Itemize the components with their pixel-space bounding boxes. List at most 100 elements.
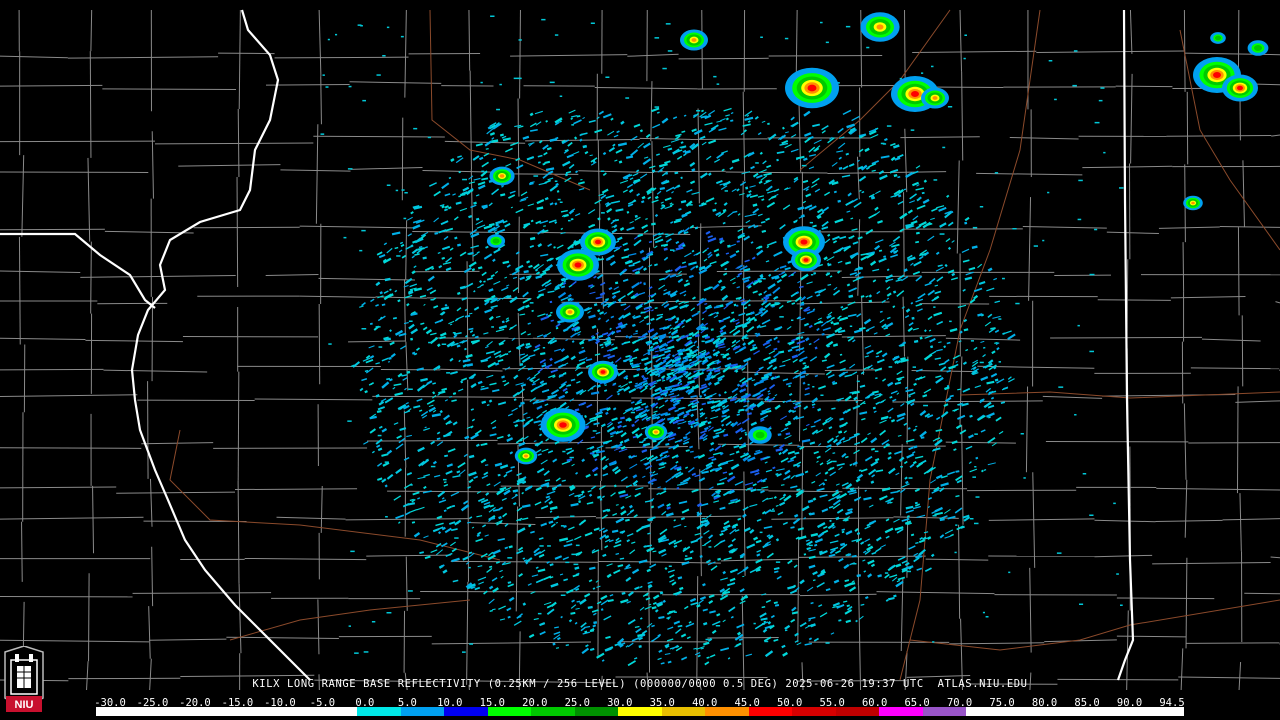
echo-pixel — [590, 22, 595, 24]
echo-pixel — [770, 510, 775, 512]
echo-pixel — [884, 572, 889, 574]
county-line — [1097, 299, 1171, 301]
echo-pixel — [649, 460, 652, 462]
echo-pixel — [408, 320, 413, 322]
echo-pixel — [774, 302, 780, 304]
echo-pixel — [386, 184, 391, 186]
echo-pixel — [320, 133, 325, 135]
echo-pixel — [715, 625, 721, 627]
echo-pixel — [784, 37, 789, 40]
echo-pixel — [866, 46, 870, 49]
echo-pixel — [1072, 84, 1077, 87]
echo-pixel — [975, 496, 980, 498]
echo-pixel — [849, 325, 853, 327]
echo-pixel — [801, 164, 807, 167]
colorbar-segment — [357, 707, 401, 716]
echo-pixel — [568, 219, 571, 222]
echo-pixel — [639, 441, 644, 443]
echo-pixel — [911, 316, 915, 320]
county-line — [320, 76, 322, 125]
echo-pixel — [764, 640, 769, 643]
storm-cell-core — [1191, 201, 1195, 205]
storm-cell-core — [595, 239, 601, 245]
echo-pixel — [826, 272, 830, 274]
echo-pixel — [371, 621, 376, 623]
echo-pixel — [701, 340, 705, 343]
storm-cell-core — [1237, 85, 1243, 91]
colorbar-segment — [531, 707, 575, 716]
reflectivity-colorbar — [96, 707, 1184, 716]
echo-pixel — [972, 226, 978, 229]
echo-pixel — [856, 380, 860, 383]
county-line — [266, 84, 350, 86]
echo-pixel — [347, 420, 352, 422]
echo-pixel — [354, 652, 359, 654]
storm-cell-core — [559, 422, 567, 428]
colorbar-segment — [1053, 707, 1097, 716]
echo-pixel — [1089, 514, 1094, 516]
echo-pixel — [575, 544, 580, 547]
echo-pixel — [676, 417, 679, 419]
echo-pixel — [1033, 245, 1038, 247]
echo-pixel — [1077, 218, 1082, 221]
echo-pixel — [788, 410, 794, 412]
echo-pixel — [376, 74, 381, 76]
county-line — [1116, 635, 1186, 638]
echo-pixel — [761, 298, 764, 300]
colorbar-segment — [270, 707, 314, 716]
storm-cell-core — [600, 370, 606, 374]
echo-pixel — [640, 311, 646, 314]
echo-pixel — [824, 479, 827, 481]
county-line — [690, 138, 768, 140]
storm-cell-core — [691, 38, 697, 42]
echo-pixel — [654, 37, 660, 39]
colorbar-segment — [661, 707, 706, 716]
echo-pixel — [1077, 324, 1080, 327]
storm-cell-core — [654, 430, 658, 434]
echo-pixel — [812, 386, 815, 388]
county-line — [89, 51, 92, 158]
storm-cell-core — [876, 24, 884, 30]
county-line — [236, 176, 239, 287]
echo-pixel — [908, 477, 913, 479]
echo-pixel — [807, 383, 810, 386]
echo-pixel — [385, 516, 388, 518]
storm-cell-core — [755, 431, 765, 439]
echo-pixel — [947, 106, 953, 108]
storm-cell-core — [492, 238, 500, 244]
echo-pixel — [1120, 604, 1123, 606]
echo-pixel — [1100, 87, 1105, 89]
echo-pixel — [518, 39, 522, 41]
echo-pixel — [1054, 98, 1057, 101]
echo-pixel — [674, 611, 677, 613]
echo-pixel — [825, 41, 829, 44]
echo-pixel — [963, 57, 966, 60]
echo-pixel — [396, 255, 401, 257]
echo-pixel — [939, 233, 945, 235]
colorbar-segment — [1009, 707, 1054, 716]
echo-pixel — [362, 99, 366, 102]
echo-pixel — [1042, 239, 1045, 242]
echo-pixel — [571, 124, 574, 126]
echo-pixel — [775, 561, 781, 563]
echo-pixel — [322, 74, 325, 76]
echo-pixel — [1074, 414, 1077, 416]
echo-pixel — [564, 149, 568, 152]
echo-pixel — [810, 274, 814, 276]
echo-pixel — [1079, 603, 1084, 605]
colorbar-segment — [1096, 707, 1141, 716]
echo-pixel — [592, 454, 597, 456]
echo-pixel — [779, 316, 784, 318]
echo-pixel — [747, 488, 750, 490]
echo-pixel — [724, 190, 728, 192]
echo-pixel — [515, 269, 519, 271]
echo-pixel — [569, 456, 574, 459]
echo-pixel — [547, 545, 551, 547]
echo-pixel — [1078, 179, 1083, 182]
echo-pixel — [820, 394, 824, 396]
echo-pixel — [753, 622, 756, 625]
echo-pixel — [969, 518, 974, 520]
echo-pixel — [1058, 386, 1064, 388]
echo-pixel — [350, 550, 355, 553]
storm-cell-core — [1254, 45, 1262, 51]
